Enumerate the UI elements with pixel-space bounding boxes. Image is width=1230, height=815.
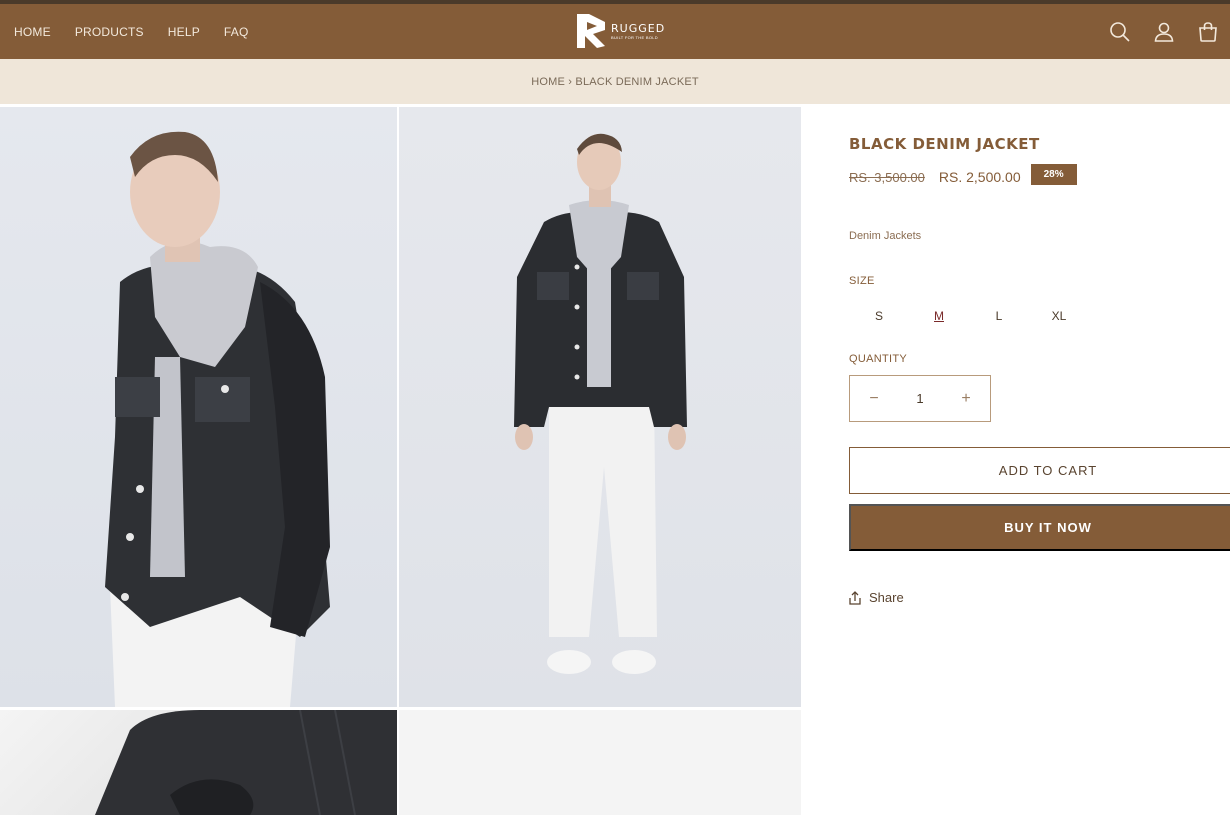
quantity-input[interactable]: 1 xyxy=(916,391,923,406)
share-button[interactable]: Share xyxy=(849,590,904,605)
product-image-3[interactable] xyxy=(0,710,397,815)
size-label: SIZE xyxy=(849,275,875,287)
breadcrumb-separator: › xyxy=(568,75,573,88)
quantity-increase-button[interactable]: + xyxy=(958,390,974,408)
logo-text: RUGGED BUILT FOR THE BOLD xyxy=(611,22,665,40)
size-option-m[interactable]: M xyxy=(909,309,969,323)
cart-icon xyxy=(1199,21,1217,42)
breadcrumb-current: BLACK DENIM JACKET xyxy=(575,75,699,88)
denim-detail-image xyxy=(95,710,397,815)
share-icon xyxy=(849,590,861,605)
account-icon xyxy=(1154,22,1174,42)
quantity-decrease-button[interactable]: − xyxy=(866,390,882,408)
add-to-cart-button[interactable]: ADD TO CART xyxy=(849,447,1230,494)
logo-tagline: BUILT FOR THE BOLD xyxy=(611,35,658,40)
account-button[interactable] xyxy=(1142,10,1186,54)
product-image-4[interactable] xyxy=(399,710,801,815)
nav-faq[interactable]: FAQ xyxy=(224,25,249,39)
search-button[interactable] xyxy=(1098,10,1142,54)
size-option-s[interactable]: S xyxy=(849,309,909,323)
quantity-label: QUANTITY xyxy=(849,353,908,365)
size-options: S M L XL xyxy=(849,309,1089,323)
nav-help[interactable]: HELP xyxy=(168,25,200,39)
main-nav: HOME PRODUCTS HELP FAQ xyxy=(14,4,249,59)
site-header: HOME PRODUCTS HELP FAQ RUGGED BUILT FOR … xyxy=(0,4,1230,59)
nav-products[interactable]: PRODUCTS xyxy=(75,25,144,39)
buy-now-button[interactable]: BUY IT NOW xyxy=(849,504,1230,551)
product-image-1[interactable] xyxy=(0,107,397,707)
logo-name: RUGGED xyxy=(611,22,666,35)
sale-price: RS. 2,500.00 xyxy=(938,169,1021,185)
breadcrumb-home[interactable]: HOME xyxy=(531,76,565,88)
discount-badge: 28% xyxy=(1030,163,1077,185)
header-icons xyxy=(1098,4,1230,59)
breadcrumb: HOME › BLACK DENIM JACKET xyxy=(531,76,699,88)
nav-home[interactable]: HOME xyxy=(14,25,51,39)
size-option-xl[interactable]: XL xyxy=(1029,309,1089,323)
model-closeup-image xyxy=(105,131,330,707)
original-price: RS. 3,500.00 xyxy=(849,169,925,185)
breadcrumb-bar: HOME › BLACK DENIM JACKET xyxy=(0,59,1230,104)
quantity-stepper: − 1 + xyxy=(849,375,991,422)
brand-logo[interactable]: RUGGED BUILT FOR THE BOLD xyxy=(575,11,670,51)
model-fullbody-image xyxy=(514,133,687,674)
search-icon xyxy=(1110,21,1130,42)
share-label: Share xyxy=(869,590,904,605)
product-title: BLACK DENIM JACKET xyxy=(849,135,1040,153)
price-row: RS. 3,500.00 RS. 2,500.00 28% xyxy=(849,163,1077,185)
product-image-2[interactable] xyxy=(399,107,801,707)
size-option-l[interactable]: L xyxy=(969,309,1029,323)
product-category[interactable]: Denim Jackets xyxy=(849,230,921,242)
cart-button[interactable] xyxy=(1186,10,1230,54)
logo-mark-icon xyxy=(577,14,605,48)
